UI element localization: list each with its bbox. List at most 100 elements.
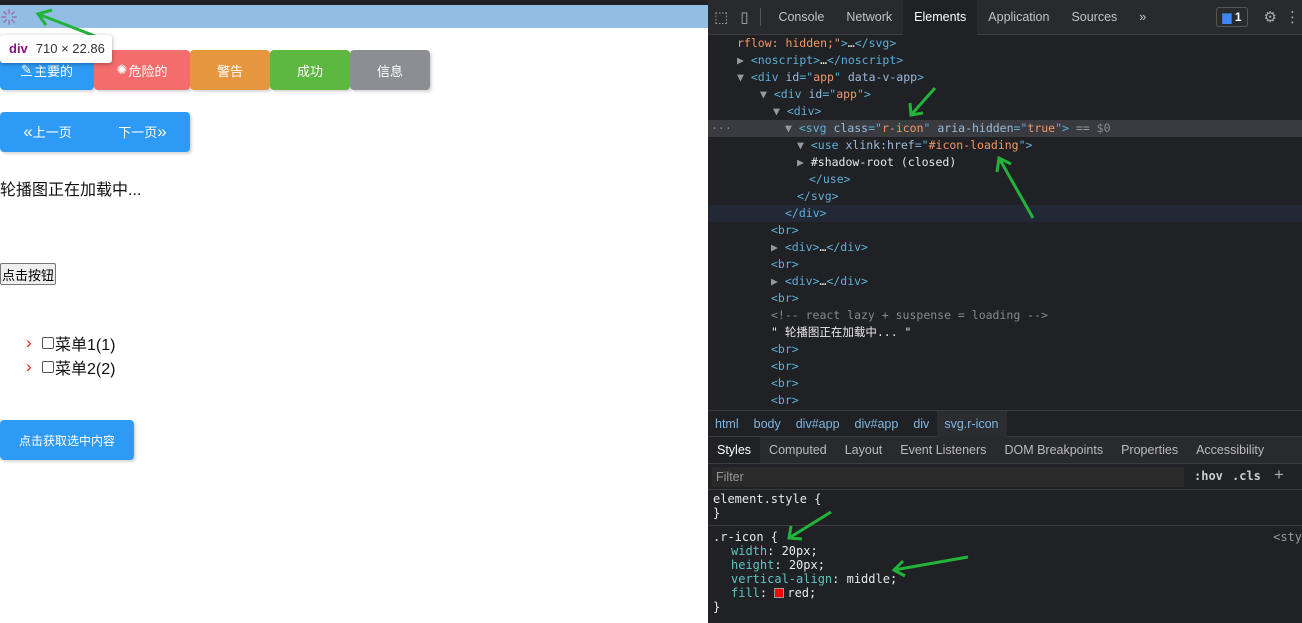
info-button[interactable]: 信息 [350, 50, 430, 90]
expand-triangle-icon[interactable]: ▶ [771, 240, 785, 254]
dom-node-line[interactable]: <br> [708, 222, 1302, 239]
dom-token: rflow: hidden;" [737, 36, 841, 50]
breadcrumb-item[interactable]: div [906, 411, 937, 437]
tab-application[interactable]: Application [977, 0, 1060, 35]
tab-layout[interactable]: Layout [836, 437, 892, 463]
dom-node-line[interactable]: </div> [708, 205, 1302, 222]
breadcrumb-item[interactable]: html [708, 411, 747, 437]
styles-tabs: Styles Computed Layout Event Listeners D… [708, 437, 1302, 464]
filter-input[interactable]: Filter [712, 467, 1184, 487]
expand-triangle-icon[interactable]: ▶ [737, 53, 751, 67]
tab-sources[interactable]: Sources [1060, 0, 1128, 35]
expand-triangle-icon[interactable]: ▶ [797, 155, 811, 169]
css-property[interactable]: vertical-align: middle; [713, 572, 1302, 586]
dom-token: </svg> [797, 189, 839, 203]
click-button[interactable]: 点击按钮 [0, 263, 57, 285]
breadcrumb-item[interactable]: svg.r-icon [937, 410, 1007, 437]
tab-event-listeners[interactable]: Event Listeners [891, 437, 995, 463]
breadcrumb-item[interactable]: div#app [848, 411, 907, 437]
next-page-button[interactable]: 下一页» [118, 122, 166, 142]
cls-toggle[interactable]: .cls [1232, 469, 1261, 483]
dom-token: class [833, 121, 869, 135]
menu-item[interactable]: › 菜单1(1) [26, 331, 115, 355]
gear-icon[interactable]: ⚙ [1258, 8, 1283, 26]
chevron-right-icon[interactable]: › [26, 333, 42, 353]
inspect-element-icon[interactable]: ⬚ [708, 8, 734, 26]
collapse-triangle-icon[interactable]: ▼ [760, 87, 774, 101]
node-actions-icon[interactable]: ··· [711, 120, 732, 137]
more-tabs-button[interactable]: » [1128, 0, 1157, 35]
hov-toggle[interactable]: :hov [1194, 469, 1223, 483]
tab-styles[interactable]: Styles [708, 437, 761, 463]
collapse-triangle-icon[interactable]: ▼ [737, 70, 751, 84]
breadcrumb-item[interactable]: div#app [789, 411, 848, 437]
tab-properties[interactable]: Properties [1112, 437, 1187, 463]
dom-token: <div [750, 70, 786, 84]
dom-node-line[interactable]: rflow: hidden;">…</svg> [708, 35, 1302, 52]
dom-node-line[interactable]: </svg> [708, 188, 1302, 205]
get-selected-button[interactable]: 点击获取选中内容 [0, 420, 134, 460]
tab-network[interactable]: Network [835, 0, 903, 35]
dom-node-line[interactable]: <br> [708, 358, 1302, 375]
dom-node-line[interactable]: <br> [708, 290, 1302, 307]
menu-checkbox[interactable] [42, 361, 54, 373]
menu-checkbox[interactable] [42, 337, 54, 349]
dom-node-line[interactable]: ▶ #shadow-root (closed) [708, 154, 1302, 171]
tab-computed[interactable]: Computed [760, 437, 836, 463]
dom-token: =" [914, 138, 929, 152]
dom-node-line[interactable]: ▶ <div>…</div> [708, 239, 1302, 256]
dom-node-line[interactable]: <!-- react lazy + suspense = loading --> [708, 307, 1302, 324]
dom-node-line[interactable]: ▶ <div>…</div> [708, 273, 1302, 290]
css-property[interactable]: width: 20px; [713, 544, 1302, 558]
devtools-toolbar: ⬚ ▯ Console Network Elements Application… [708, 0, 1302, 35]
dom-node-line[interactable]: " 轮播图正在加载中... " [708, 324, 1302, 341]
dom-node-line[interactable]: </use> [708, 171, 1302, 188]
dom-node-line[interactable]: ▼ <div id="app" data-v-app> [708, 69, 1302, 86]
dom-token: <br> [771, 257, 799, 271]
tab-console[interactable]: Console [767, 0, 835, 35]
prop-name: vertical-align [731, 572, 833, 586]
pencil-icon: ✎ [21, 62, 32, 77]
double-chevron-right-icon: » [157, 122, 167, 141]
message-icon: ▆ [1222, 10, 1232, 24]
dom-node-line[interactable]: <br> [708, 375, 1302, 392]
prop-value: 20px; [788, 558, 825, 572]
success-button[interactable]: 成功 [270, 50, 350, 90]
double-chevron-left-icon: « [23, 122, 33, 141]
loading-icon: ✺ [116, 62, 128, 77]
more-options-icon[interactable]: ⋮ [1283, 8, 1302, 26]
issues-badge[interactable]: ▆ 1 [1216, 7, 1248, 27]
collapse-triangle-icon[interactable]: ▼ [797, 138, 811, 152]
css-property[interactable]: fill: red; [713, 586, 1302, 600]
add-rule-icon[interactable]: + [1274, 465, 1284, 485]
dom-node-line[interactable]: ▼ <use xlink:href="#icon-loading"> [708, 137, 1302, 154]
next-label: 下一页 [118, 125, 158, 140]
devtools-panel: ⬚ ▯ Console Network Elements Application… [708, 0, 1302, 623]
device-toolbar-icon[interactable]: ▯ [734, 8, 754, 26]
chevron-right-icon[interactable]: › [26, 357, 42, 377]
dom-token: <div> [786, 104, 822, 118]
dom-node-line[interactable]: <br> [708, 392, 1302, 409]
collapse-triangle-icon[interactable]: ▼ [785, 121, 799, 135]
dom-node-line[interactable]: <br> [708, 256, 1302, 273]
menu-item[interactable]: › 菜单2(2) [26, 355, 115, 379]
color-swatch[interactable] [774, 588, 785, 598]
rule-source-link[interactable]: <sty [1273, 530, 1302, 544]
css-property[interactable]: height: 20px; [713, 558, 1302, 572]
dom-token: id [785, 70, 800, 84]
dom-node-line[interactable]: ▼ <div id="app"> [708, 86, 1302, 103]
tab-accessibility[interactable]: Accessibility [1187, 437, 1273, 463]
dom-node-line[interactable]: ▼ <div> [708, 103, 1302, 120]
breadcrumb-item[interactable]: body [747, 411, 789, 437]
collapse-triangle-icon[interactable]: ▼ [773, 104, 787, 118]
dom-node-line[interactable]: ▶ <noscript>…</noscript> [708, 52, 1302, 69]
warning-button[interactable]: 警告 [190, 50, 270, 90]
dom-node-line[interactable]: ··· ▼ <svg class="r-icon" aria-hidden="tr… [708, 120, 1302, 137]
prev-page-button[interactable]: «上一页 [23, 122, 71, 142]
dom-node-line[interactable]: <br> [708, 341, 1302, 358]
pager-button-group: «上一页 下一页» [0, 112, 190, 152]
tab-elements[interactable]: Elements [903, 0, 978, 35]
element-style-selector: element.style { [713, 492, 822, 506]
tab-dom-breakpoints[interactable]: DOM Breakpoints [995, 437, 1112, 463]
expand-triangle-icon[interactable]: ▶ [771, 274, 785, 288]
